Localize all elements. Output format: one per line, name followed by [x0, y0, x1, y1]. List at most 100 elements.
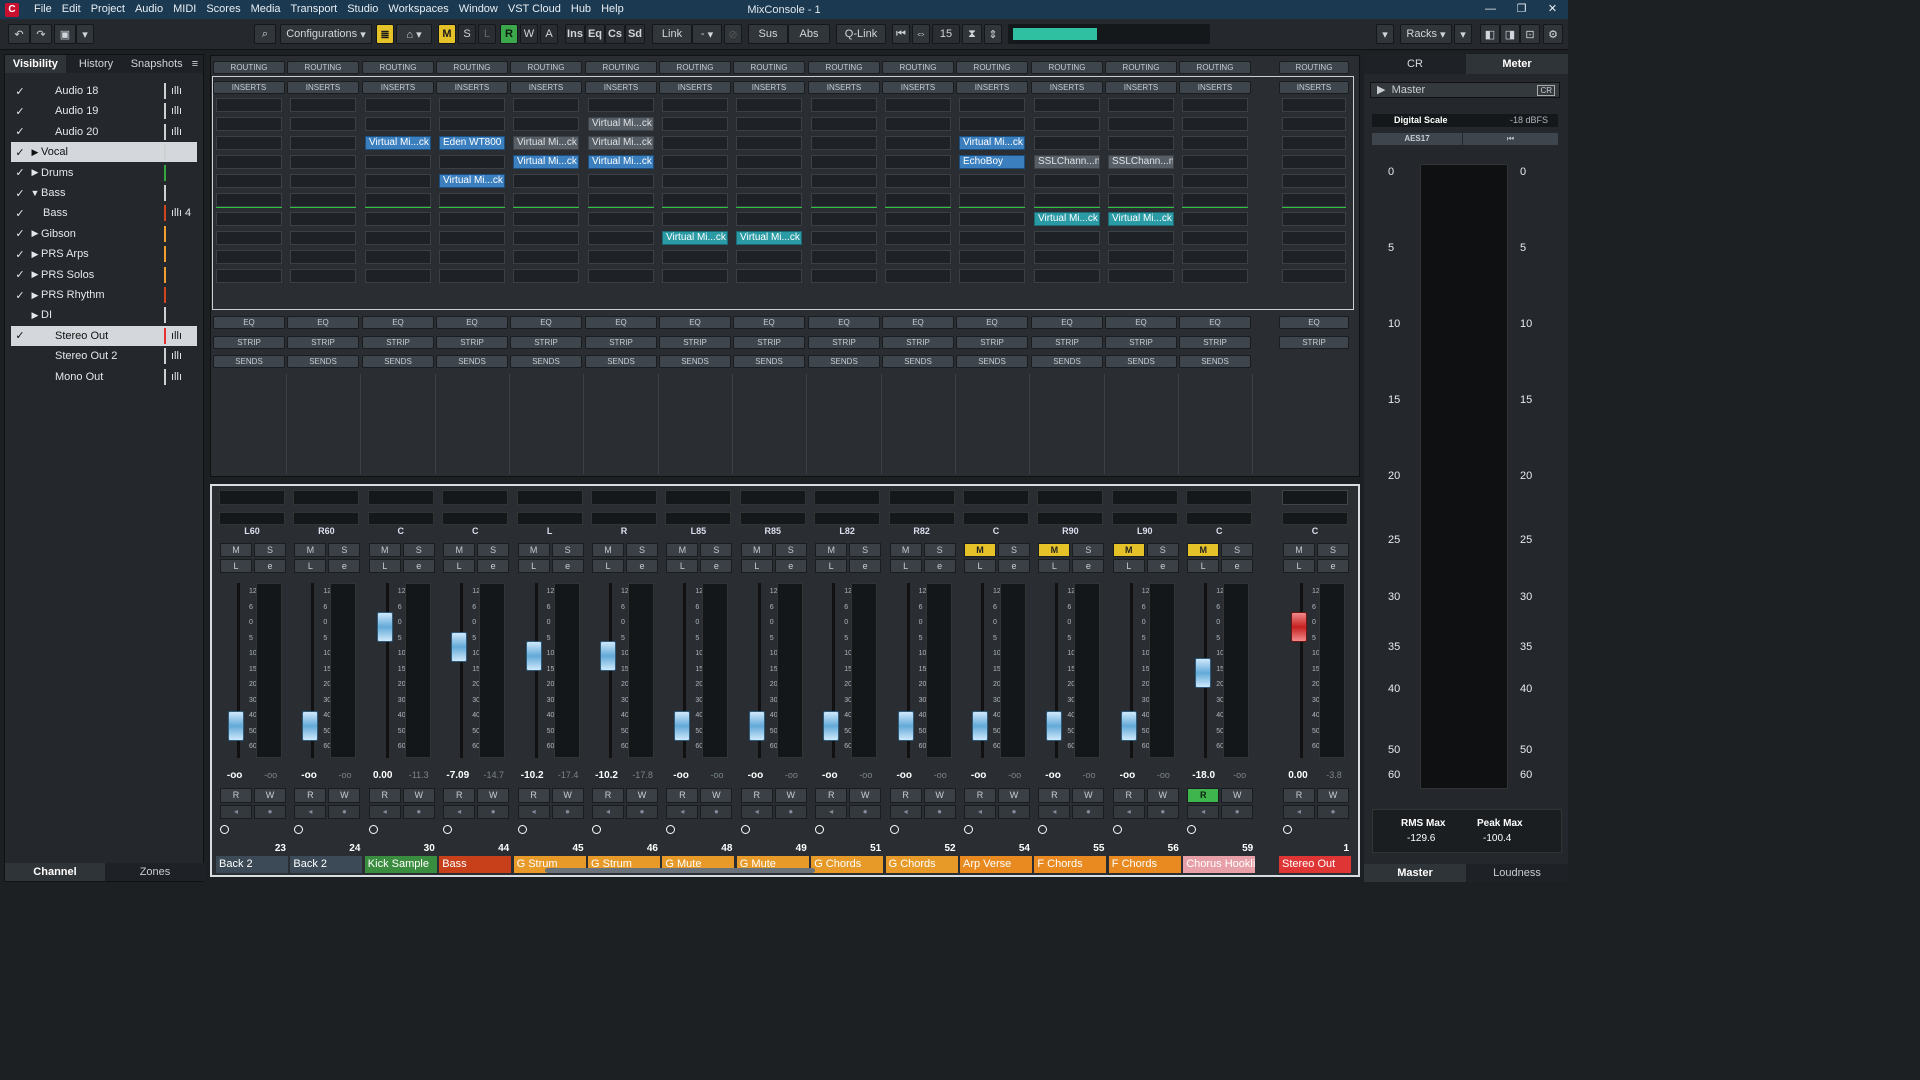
solo-button[interactable]: S — [328, 543, 361, 557]
fader-handle[interactable] — [376, 612, 393, 642]
insert-slot[interactable] — [736, 117, 802, 131]
write-all-button[interactable]: W — [520, 24, 538, 44]
insert-plugin[interactable]: Virtual Mi...ck — [588, 117, 654, 131]
pan-slider[interactable] — [219, 512, 285, 525]
pan-slider[interactable] — [1282, 512, 1348, 525]
meter-zone-icon[interactable]: ⊡ — [1520, 24, 1540, 44]
visibility-item[interactable]: ▶ DI — [11, 305, 197, 325]
insert-plugin[interactable]: EchoBoy — [959, 155, 1025, 169]
listen-button[interactable]: L — [1038, 559, 1071, 573]
routing-button[interactable]: ROUTING — [1105, 61, 1177, 74]
reset-peaks-icon[interactable]: ⏮ — [1463, 133, 1558, 145]
peak-value[interactable]: -14.7 — [484, 770, 505, 781]
peak-value[interactable]: -oo — [1157, 770, 1170, 781]
strip-button[interactable]: STRIP — [436, 336, 508, 349]
left-arrow-icon[interactable]: ⏮ — [892, 24, 910, 44]
minimize-icon[interactable]: — — [1475, 0, 1506, 19]
tab-snapshots[interactable]: Snapshots — [126, 55, 187, 73]
insert-slot[interactable] — [216, 250, 282, 264]
record-icon[interactable]: ● — [700, 805, 733, 819]
channel-name[interactable]: Chorus Hooklin — [1183, 856, 1256, 873]
channel-name[interactable]: Back 2 — [216, 856, 288, 873]
volume-value[interactable]: -oo — [971, 770, 987, 781]
strip-button[interactable]: STRIP — [510, 336, 582, 349]
insert-slot[interactable] — [885, 269, 951, 283]
insert-slot[interactable] — [290, 155, 356, 169]
record-icon[interactable]: ● — [551, 805, 584, 819]
aes17-button[interactable]: AES17 — [1372, 133, 1462, 145]
menu-item-help[interactable]: Help — [596, 0, 629, 19]
insert-plugin[interactable]: Virtual Mi...ck — [439, 174, 505, 188]
strip-button[interactable]: STRIP — [1105, 336, 1177, 349]
strip-button[interactable]: STRIP — [585, 336, 657, 349]
insert-slot[interactable] — [588, 250, 654, 264]
insert-slot[interactable] — [885, 250, 951, 264]
visibility-checkbox[interactable]: ✓ — [11, 207, 29, 220]
mute-button[interactable]: M — [368, 543, 401, 557]
solo-button[interactable]: S — [626, 543, 658, 557]
monitor-icon[interactable]: ◂ — [1283, 805, 1315, 819]
insert-slot[interactable] — [513, 250, 579, 264]
insert-slot[interactable] — [1282, 269, 1346, 283]
monitor-icon[interactable]: ◂ — [294, 805, 327, 819]
insert-slot[interactable] — [588, 212, 654, 226]
insert-slot[interactable] — [811, 231, 877, 245]
insert-slot[interactable] — [216, 269, 282, 283]
eq-button[interactable]: EQ — [882, 316, 954, 329]
abs-button[interactable]: Abs — [788, 24, 830, 44]
monitor-icon[interactable]: ◂ — [368, 805, 401, 819]
edit-channel-button[interactable]: e — [254, 559, 286, 573]
insert-slot[interactable] — [513, 98, 579, 112]
strip-button[interactable]: STRIP — [287, 336, 359, 349]
write-automation-button[interactable]: W — [402, 788, 435, 803]
insert-slot[interactable] — [1108, 136, 1174, 150]
insert-slot[interactable] — [885, 98, 951, 112]
strip-button[interactable]: STRIP — [808, 336, 880, 349]
insert-plugin[interactable]: Virtual Mi...ck — [365, 136, 431, 150]
edit-channel-button[interactable]: e — [1072, 559, 1105, 573]
sends-button[interactable]: SENDS — [1031, 355, 1103, 368]
insert-slot[interactable] — [439, 155, 505, 169]
read-automation-button[interactable]: R — [443, 788, 476, 803]
insert-slot[interactable] — [662, 98, 728, 112]
record-icon[interactable]: ● — [254, 805, 286, 819]
sends-button[interactable]: SENDS — [1105, 355, 1177, 368]
stepper-icon[interactable]: ⇕ — [984, 24, 1002, 44]
inserts-button[interactable]: INSERTS — [362, 81, 434, 94]
peak-value[interactable]: -oo — [785, 770, 798, 781]
insert-plugin[interactable]: Virtual Mi...ck — [588, 155, 654, 169]
tab-cr[interactable]: CR — [1364, 54, 1466, 74]
visibility-item[interactable]: ✓ Stereo Out ıllı — [11, 325, 197, 346]
insert-slot[interactable] — [439, 250, 505, 264]
insert-slot[interactable] — [811, 193, 877, 207]
mute-all-button[interactable]: M — [438, 24, 456, 44]
insert-slot[interactable] — [662, 155, 728, 169]
sends-button[interactable]: SENDS — [882, 355, 954, 368]
insert-slot[interactable] — [290, 98, 356, 112]
insert-slot[interactable] — [885, 231, 951, 245]
peak-value[interactable]: -oo — [1233, 770, 1246, 781]
insert-plugin[interactable]: Virtual Mi...ck — [513, 136, 579, 150]
edit-channel-button[interactable]: e — [923, 559, 956, 573]
insert-slot[interactable] — [1182, 269, 1248, 283]
inserts-button[interactable]: INSERTS — [1179, 81, 1251, 94]
insert-slot[interactable] — [885, 193, 951, 207]
insert-slot[interactable] — [811, 155, 877, 169]
insert-slot[interactable] — [439, 231, 505, 245]
insert-slot[interactable] — [1282, 174, 1346, 188]
insert-slot[interactable] — [439, 98, 505, 112]
routing-button[interactable]: ROUTING — [882, 61, 954, 74]
record-icon[interactable]: ● — [477, 805, 510, 819]
fader-handle[interactable] — [228, 711, 244, 741]
solo-button[interactable]: S — [849, 543, 882, 557]
master-selector[interactable]: ▶ Master CR — [1370, 82, 1560, 98]
insert-slot[interactable] — [1108, 193, 1174, 207]
visibility-item[interactable]: Stereo Out 2 ıllı — [11, 346, 197, 366]
routing-button[interactable]: ROUTING — [213, 61, 285, 74]
monitor-icon[interactable]: ◂ — [443, 805, 476, 819]
insert-slot[interactable] — [662, 174, 728, 188]
insert-slot[interactable] — [1182, 212, 1248, 226]
tab-menu-icon[interactable]: ≡ — [187, 55, 203, 73]
read-all-button[interactable]: R — [500, 24, 518, 44]
mute-button[interactable]: M — [1112, 543, 1145, 557]
